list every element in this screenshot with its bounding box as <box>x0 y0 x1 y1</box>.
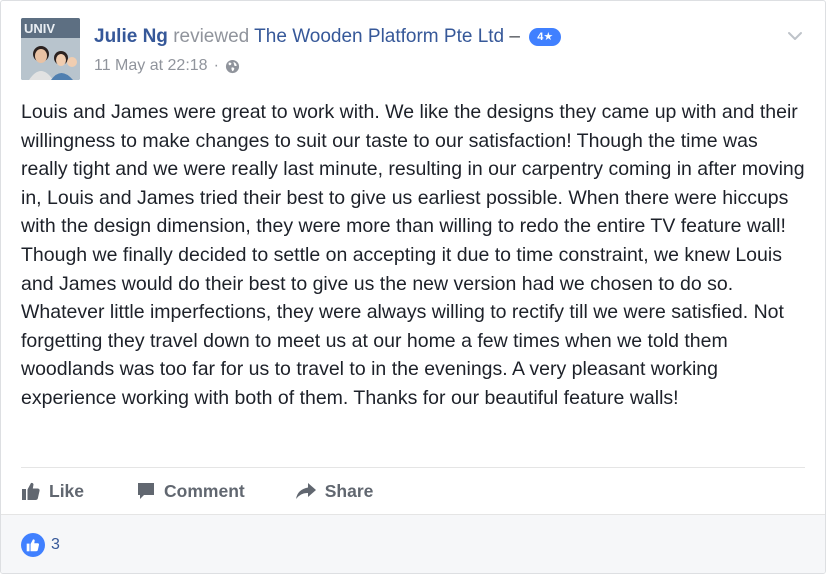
title-dash: – <box>509 26 520 47</box>
share-label: Share <box>324 480 374 501</box>
rating-badge: 4★ <box>529 28 562 46</box>
author-line: Julie Ng reviewed The Wooden Platform Pt… <box>94 25 562 49</box>
globe-icon[interactable] <box>225 59 240 74</box>
review-text: Louis and James were great to work with.… <box>21 101 805 409</box>
comment-label: Comment <box>164 480 245 501</box>
review-card: UNIV Julie Ng reviewed The Wooden Platfo… <box>0 0 826 574</box>
comment-icon <box>138 483 155 499</box>
share-icon <box>295 483 316 499</box>
reaction-summary[interactable]: 3 <box>21 533 60 557</box>
share-button[interactable]: Share <box>295 469 374 513</box>
avatar-caption: UNIV <box>24 21 55 36</box>
page-name-link[interactable]: The Wooden Platform Pte Ltd <box>254 26 504 47</box>
post-timestamp-link[interactable]: 11 May at 22:18 <box>94 57 208 75</box>
like-label: Like <box>49 480 85 501</box>
reviewed-verb: reviewed <box>173 26 250 47</box>
action-bar: Like Comment Share <box>21 469 373 513</box>
reaction-count: 3 <box>51 536 60 553</box>
comment-button[interactable]: Comment <box>136 469 245 513</box>
thumbs-up-icon <box>22 482 40 500</box>
actions-divider <box>21 467 805 468</box>
post-meta: 11 May at 22:18 · <box>94 57 240 75</box>
author-name-link[interactable]: Julie Ng <box>94 26 168 47</box>
meta-separator: · <box>213 57 219 74</box>
post-header: UNIV Julie Ng reviewed The Wooden Platfo… <box>21 18 805 82</box>
avatar-photo: UNIV <box>21 18 80 80</box>
like-button[interactable]: Like <box>21 469 84 513</box>
chevron-down-icon[interactable] <box>785 26 805 46</box>
thumbs-up-icon <box>21 533 45 557</box>
avatar[interactable]: UNIV <box>21 18 80 80</box>
reactions-footer: 3 <box>1 514 825 573</box>
